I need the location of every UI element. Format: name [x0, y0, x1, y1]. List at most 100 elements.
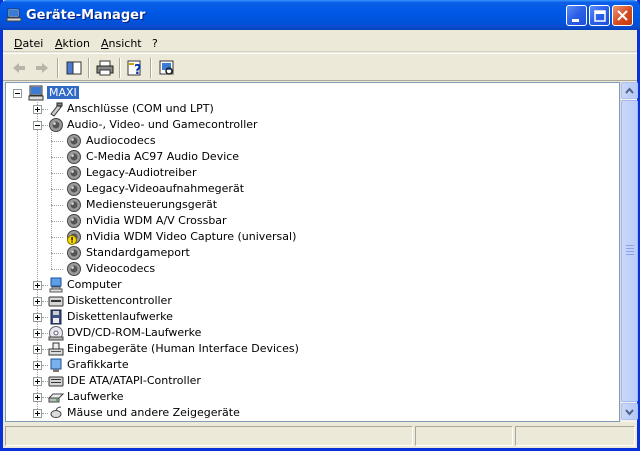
status-pane-2	[415, 426, 513, 446]
tree-device-row[interactable]: Legacy-Audiotreiber	[6, 165, 606, 181]
menu-datei[interactable]: Datei	[14, 37, 43, 50]
tree-category-row[interactable]: Laufwerke	[6, 389, 606, 405]
tree-device-row[interactable]: Legacy-Videoaufnahmegerät	[6, 181, 606, 197]
scroll-up-button[interactable]	[621, 82, 638, 99]
tree-line	[51, 253, 63, 254]
tree-category-row[interactable]: Mäuse und andere Zeigegeräte	[6, 405, 606, 421]
menu-aktion[interactable]: Aktion	[55, 37, 90, 50]
tree-category-label: DVD/CD-ROM-Laufwerke	[67, 326, 202, 339]
tree-category-row[interactable]: Anschlüsse (COM und LPT)	[6, 101, 606, 117]
properties-help-icon: ?	[127, 60, 142, 78]
window-title: Geräte-Manager	[26, 8, 146, 23]
toolbar-separator	[119, 58, 121, 78]
tree-category-row[interactable]: Audio-, Video- und Gamecontroller	[6, 117, 606, 133]
tree-device-label: Audiocodecs	[86, 134, 156, 147]
speaker-icon	[67, 214, 81, 228]
print-button[interactable]	[94, 58, 116, 78]
scroll-thumb[interactable]	[621, 100, 638, 402]
speaker-icon	[67, 246, 81, 260]
status-pane-3	[515, 426, 635, 446]
tree-category-label: IDE ATA/ATAPI-Controller	[67, 374, 201, 387]
port-connector-icon	[50, 102, 63, 117]
speaker-icon	[67, 262, 81, 276]
tree-device-label: Mediensteuerungsgerät	[86, 198, 218, 211]
menu-bar: Datei Aktion Ansicht ?	[3, 30, 637, 52]
expand-toggle[interactable]	[33, 281, 42, 290]
tree-category-row[interactable]: Grafikkarte	[6, 357, 606, 373]
tree-category-label: Computer	[67, 278, 122, 291]
tree-device-row[interactable]: Videocodecs	[6, 261, 606, 277]
tree-device-row[interactable]: Mediensteuerungsgerät	[6, 197, 606, 213]
tree-device-row[interactable]: nVidia WDM Video Capture (universal)	[6, 229, 606, 245]
menu-ansicht[interactable]: Ansicht	[101, 37, 142, 50]
tree-category-label: Audio-, Video- und Gamecontroller	[67, 118, 258, 131]
properties-button[interactable]: ?	[125, 58, 147, 78]
expand-toggle[interactable]	[33, 345, 42, 354]
tree-category-row[interactable]: Eingabegeräte (Human Interface Devices)	[6, 341, 606, 357]
toolbar-separator	[150, 58, 152, 78]
vertical-scrollbar[interactable]	[620, 82, 638, 422]
expand-toggle[interactable]	[33, 361, 42, 370]
expand-toggle[interactable]	[33, 329, 42, 338]
scroll-down-button[interactable]	[621, 403, 638, 420]
tree-category-row[interactable]: Diskettencontroller	[6, 293, 606, 309]
display-adapter-icon	[50, 358, 62, 372]
toolbar: ?	[3, 53, 637, 81]
tree-device-label: Videocodecs	[86, 262, 156, 275]
expand-toggle[interactable]	[33, 409, 42, 418]
tree-category-row[interactable]: IDE ATA/ATAPI-Controller	[6, 373, 606, 389]
status-pane-main	[5, 426, 413, 446]
tree-category-label: Laufwerke	[67, 390, 124, 403]
scan-hardware-button[interactable]	[156, 58, 178, 78]
expand-toggle[interactable]	[33, 297, 42, 306]
title-bar[interactable]: Geräte-Manager	[0, 0, 640, 30]
tree-category-label: Grafikkarte	[67, 358, 129, 371]
show-hide-tree-button[interactable]	[63, 58, 85, 78]
collapse-toggle[interactable]	[13, 89, 22, 98]
cd-drive-icon	[48, 326, 64, 341]
scroll-grip	[626, 251, 634, 252]
toolbar-separator	[88, 58, 90, 78]
collapse-toggle[interactable]	[33, 121, 42, 130]
minimize-button[interactable]	[566, 5, 587, 26]
tree-device-row[interactable]: Standardgameport	[6, 245, 606, 261]
tree-category-row[interactable]: Computer	[6, 277, 606, 293]
tree-category-row[interactable]: DVD/CD-ROM-Laufwerke	[6, 325, 606, 341]
expand-toggle[interactable]	[33, 105, 42, 114]
expand-toggle[interactable]	[33, 313, 42, 322]
forward-button[interactable]	[31, 58, 53, 78]
tree-line	[51, 141, 63, 142]
tree-line	[51, 221, 63, 222]
tree-device-label: C-Media AC97 Audio Device	[86, 150, 240, 163]
tree-device-label: Legacy-Audiotreiber	[86, 166, 197, 179]
tree-device-label: Legacy-Videoaufnahmegerät	[86, 182, 245, 195]
tree-root-label: MAXI	[47, 86, 79, 99]
speaker-icon	[67, 198, 81, 212]
maximize-button[interactable]	[589, 5, 610, 26]
back-button[interactable]	[8, 58, 30, 78]
tree-device-row[interactable]: C-Media AC97 Audio Device	[6, 149, 606, 165]
tree-line	[51, 237, 63, 238]
device-tree[interactable]: MAXI Anschlüsse (COM und LPT) Audio-, Vid…	[5, 82, 620, 422]
scroll-grip	[626, 245, 634, 246]
speaker-icon	[67, 182, 81, 196]
close-button[interactable]	[612, 5, 633, 26]
menu-help[interactable]: ?	[152, 37, 158, 50]
chevron-up-icon	[625, 87, 634, 94]
tree-device-row[interactable]: nVidia WDM A/V Crossbar	[6, 213, 606, 229]
tree-device-row[interactable]: Audiocodecs	[6, 133, 606, 149]
device-manager-window: Geräte-Manager Datei Aktion Ansicht ? ? …	[0, 0, 640, 451]
expand-toggle[interactable]	[33, 377, 42, 386]
close-icon	[617, 10, 628, 21]
ide-controller-icon	[48, 376, 64, 387]
tree-line	[51, 173, 63, 174]
tree-root-row[interactable]: MAXI	[6, 85, 606, 101]
mouse-icon	[50, 406, 62, 418]
warning-device-icon	[67, 230, 81, 245]
expand-toggle[interactable]	[33, 393, 42, 402]
scroll-grip	[626, 248, 634, 249]
device-manager-icon	[6, 8, 22, 22]
tree-category-row[interactable]: Diskettenlaufwerke	[6, 309, 606, 325]
console-tree-icon	[66, 61, 82, 75]
speaker-icon	[67, 134, 81, 148]
